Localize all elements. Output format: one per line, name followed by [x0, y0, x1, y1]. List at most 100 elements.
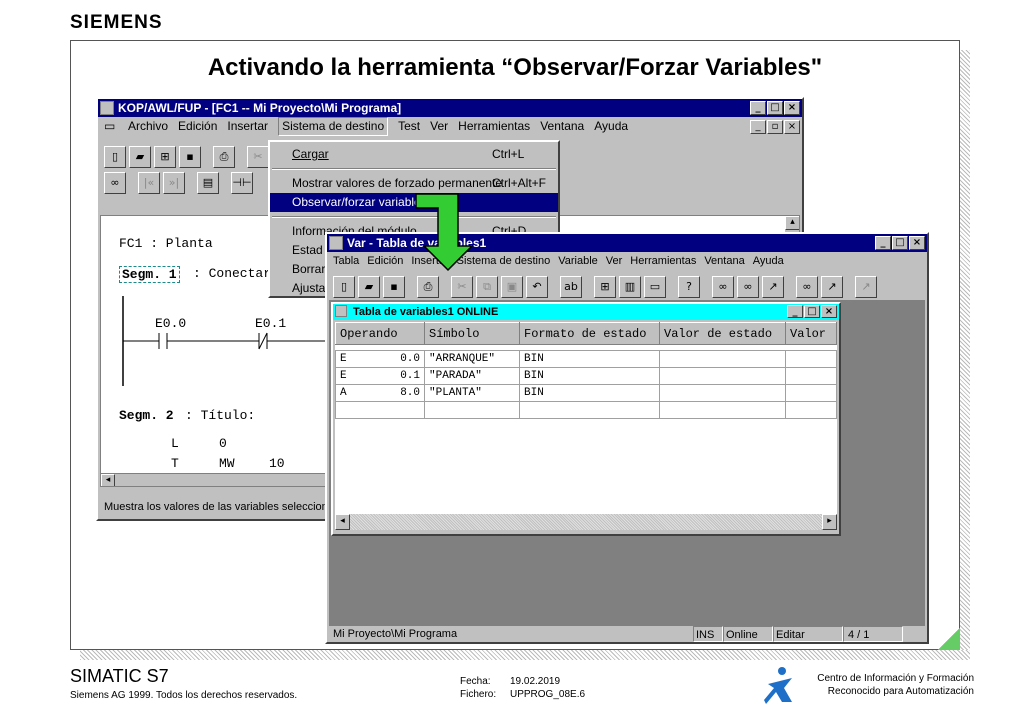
last-icon[interactable]: »| — [163, 172, 185, 194]
var-minimize-button[interactable]: _ — [875, 236, 891, 250]
var-menu-variable[interactable]: Variable — [558, 252, 598, 271]
tabla-maximize-button[interactable]: □ — [804, 305, 820, 318]
main-titlebar[interactable]: KOP/AWL/FUP - [FC1 -- Mi Proyecto\Mi Pro… — [98, 99, 802, 117]
cell-symbol[interactable]: "ARRANQUE" — [424, 350, 520, 368]
first-icon[interactable]: |« — [138, 172, 160, 194]
cell-area[interactable]: E — [335, 350, 367, 368]
cell-modify-value[interactable] — [785, 350, 837, 368]
var-modify-icon[interactable]: ↗ — [762, 276, 784, 298]
open-icon[interactable]: ▰ — [129, 146, 151, 168]
var-menu-herramientas[interactable]: Herramientas — [630, 252, 696, 271]
segment-1-label[interactable]: Segm. 1 — [119, 266, 180, 283]
cell-address[interactable]: 8.0 — [366, 384, 426, 402]
header-valor[interactable]: Valor — [785, 322, 837, 345]
table-row[interactable]: A 8.0 "PLANTA" BIN — [335, 384, 837, 402]
var-monitor-now-icon[interactable]: ∞ — [796, 276, 818, 298]
cell-modify-value[interactable] — [785, 367, 837, 385]
var-monitor-icon[interactable]: ∞ — [737, 276, 759, 298]
menu-herramientas[interactable]: Herramientas — [458, 117, 530, 136]
cut-icon[interactable]: ✂ — [247, 146, 269, 168]
var-find-icon[interactable]: ab — [560, 276, 582, 298]
menu-edicion[interactable]: Edición — [178, 117, 217, 136]
cell-status-value[interactable] — [659, 350, 786, 368]
var-save-icon[interactable]: ▪ — [383, 276, 405, 298]
var-paste-icon[interactable]: ▣ — [501, 276, 523, 298]
var-undo-icon[interactable]: ↶ — [526, 276, 548, 298]
tabla-minimize-button[interactable]: _ — [787, 305, 803, 318]
tabla-horizontal-scrollbar[interactable]: ◂ ▸ — [335, 514, 837, 530]
var-network-icon[interactable]: ⊞ — [594, 276, 616, 298]
var-menu-ventana[interactable]: Ventana — [704, 252, 744, 271]
tabla-titlebar[interactable]: Tabla de variables1 ONLINE _ □ × — [333, 304, 839, 320]
header-simbolo[interactable]: Símbolo — [424, 322, 520, 345]
menu-ventana[interactable]: Ventana — [540, 117, 584, 136]
var-menu-ayuda[interactable]: Ayuda — [753, 252, 784, 271]
menu-ayuda[interactable]: Ayuda — [594, 117, 628, 136]
var-menu-tabla[interactable]: Tabla — [333, 252, 359, 271]
doc-close-button[interactable]: × — [784, 120, 800, 134]
table-row[interactable]: E 0.0 "ARRANQUE" BIN — [335, 350, 837, 368]
table-row[interactable]: E 0.1 "PARADA" BIN — [335, 367, 837, 385]
var-new-icon[interactable]: ▯ — [333, 276, 355, 298]
var-menu-ver[interactable]: Ver — [606, 252, 623, 271]
scroll-up-icon[interactable]: ▴ — [785, 216, 799, 230]
cell-symbol[interactable]: "PLANTA" — [424, 384, 520, 402]
cell-status-value[interactable] — [659, 367, 786, 385]
header-formato[interactable]: Formato de estado — [519, 322, 660, 345]
menu-sistema-de-destino[interactable]: Sistema de destino — [278, 117, 389, 136]
horizontal-scrollbar[interactable]: ◂ — [101, 473, 331, 486]
block-icon[interactable]: ▤ — [197, 172, 219, 194]
cell-symbol[interactable]: "PARADA" — [424, 367, 520, 385]
ladder-diagram[interactable] — [101, 296, 341, 386]
menu-item-cargar[interactable]: Cargar Ctrl+L — [270, 145, 558, 164]
tabla-icon[interactable] — [335, 305, 347, 317]
var-maximize-button[interactable]: □ — [892, 236, 908, 250]
tabla-scroll-left-icon[interactable]: ◂ — [335, 514, 350, 530]
menu-ver[interactable]: Ver — [430, 117, 448, 136]
contact-icon[interactable]: ⊣⊢ — [231, 172, 253, 194]
save-icon[interactable]: ▪ — [179, 146, 201, 168]
minimize-button[interactable]: _ — [750, 101, 766, 115]
var-monitor-trigger-icon[interactable]: ▭ — [644, 276, 666, 298]
print-icon[interactable]: ⎙ — [213, 146, 235, 168]
var-help-icon[interactable]: ? — [678, 276, 700, 298]
scroll-left-icon[interactable]: ◂ — [101, 474, 115, 486]
monitor-icon[interactable]: ∞ — [104, 172, 126, 194]
cell-format[interactable]: BIN — [519, 384, 660, 402]
table-row-empty[interactable] — [335, 401, 837, 419]
network-icon[interactable]: ⊞ — [154, 146, 176, 168]
var-force-icon[interactable]: ↗ — [855, 276, 877, 298]
cell-area[interactable]: E — [335, 367, 367, 385]
var-cut-icon[interactable]: ✂ — [451, 276, 473, 298]
doc-restore-button[interactable]: ▫ — [767, 120, 783, 134]
doc-minimize-button[interactable]: _ — [750, 120, 766, 134]
var-app-icon[interactable] — [329, 236, 343, 250]
cell-address[interactable]: 0.0 — [366, 350, 426, 368]
new-icon[interactable]: ▯ — [104, 146, 126, 168]
header-valor-estado[interactable]: Valor de estado — [659, 322, 786, 345]
var-glasses-icon[interactable]: ∞ — [712, 276, 734, 298]
var-close-button[interactable]: × — [909, 236, 925, 250]
cell-format[interactable]: BIN — [519, 367, 660, 385]
var-open-icon[interactable]: ▰ — [358, 276, 380, 298]
cell-modify-value[interactable] — [785, 384, 837, 402]
tabla-close-button[interactable]: × — [821, 305, 837, 318]
var-trigger-icon[interactable]: ▥ — [619, 276, 641, 298]
tabla-scroll-right-icon[interactable]: ▸ — [822, 514, 837, 530]
header-operando[interactable]: Operando — [335, 322, 425, 345]
var-modify-now-icon[interactable]: ↗ — [821, 276, 843, 298]
menu-archivo[interactable]: Archivo — [128, 117, 168, 136]
var-copy-icon[interactable]: ⧉ — [476, 276, 498, 298]
var-menu-edicion[interactable]: Edición — [367, 252, 403, 271]
doc-icon[interactable]: ▭ — [104, 117, 118, 136]
app-icon[interactable] — [100, 101, 114, 115]
cell-area[interactable]: A — [335, 384, 367, 402]
var-print-icon[interactable]: ⎙ — [417, 276, 439, 298]
maximize-button[interactable]: □ — [767, 101, 783, 115]
cell-address[interactable]: 0.1 — [366, 367, 426, 385]
menu-test[interactable]: Test — [398, 117, 420, 136]
menu-insertar[interactable]: Insertar — [227, 117, 268, 136]
close-button[interactable]: × — [784, 101, 800, 115]
segment-2-label[interactable]: Segm. 2 — [119, 408, 174, 423]
cell-format[interactable]: BIN — [519, 350, 660, 368]
